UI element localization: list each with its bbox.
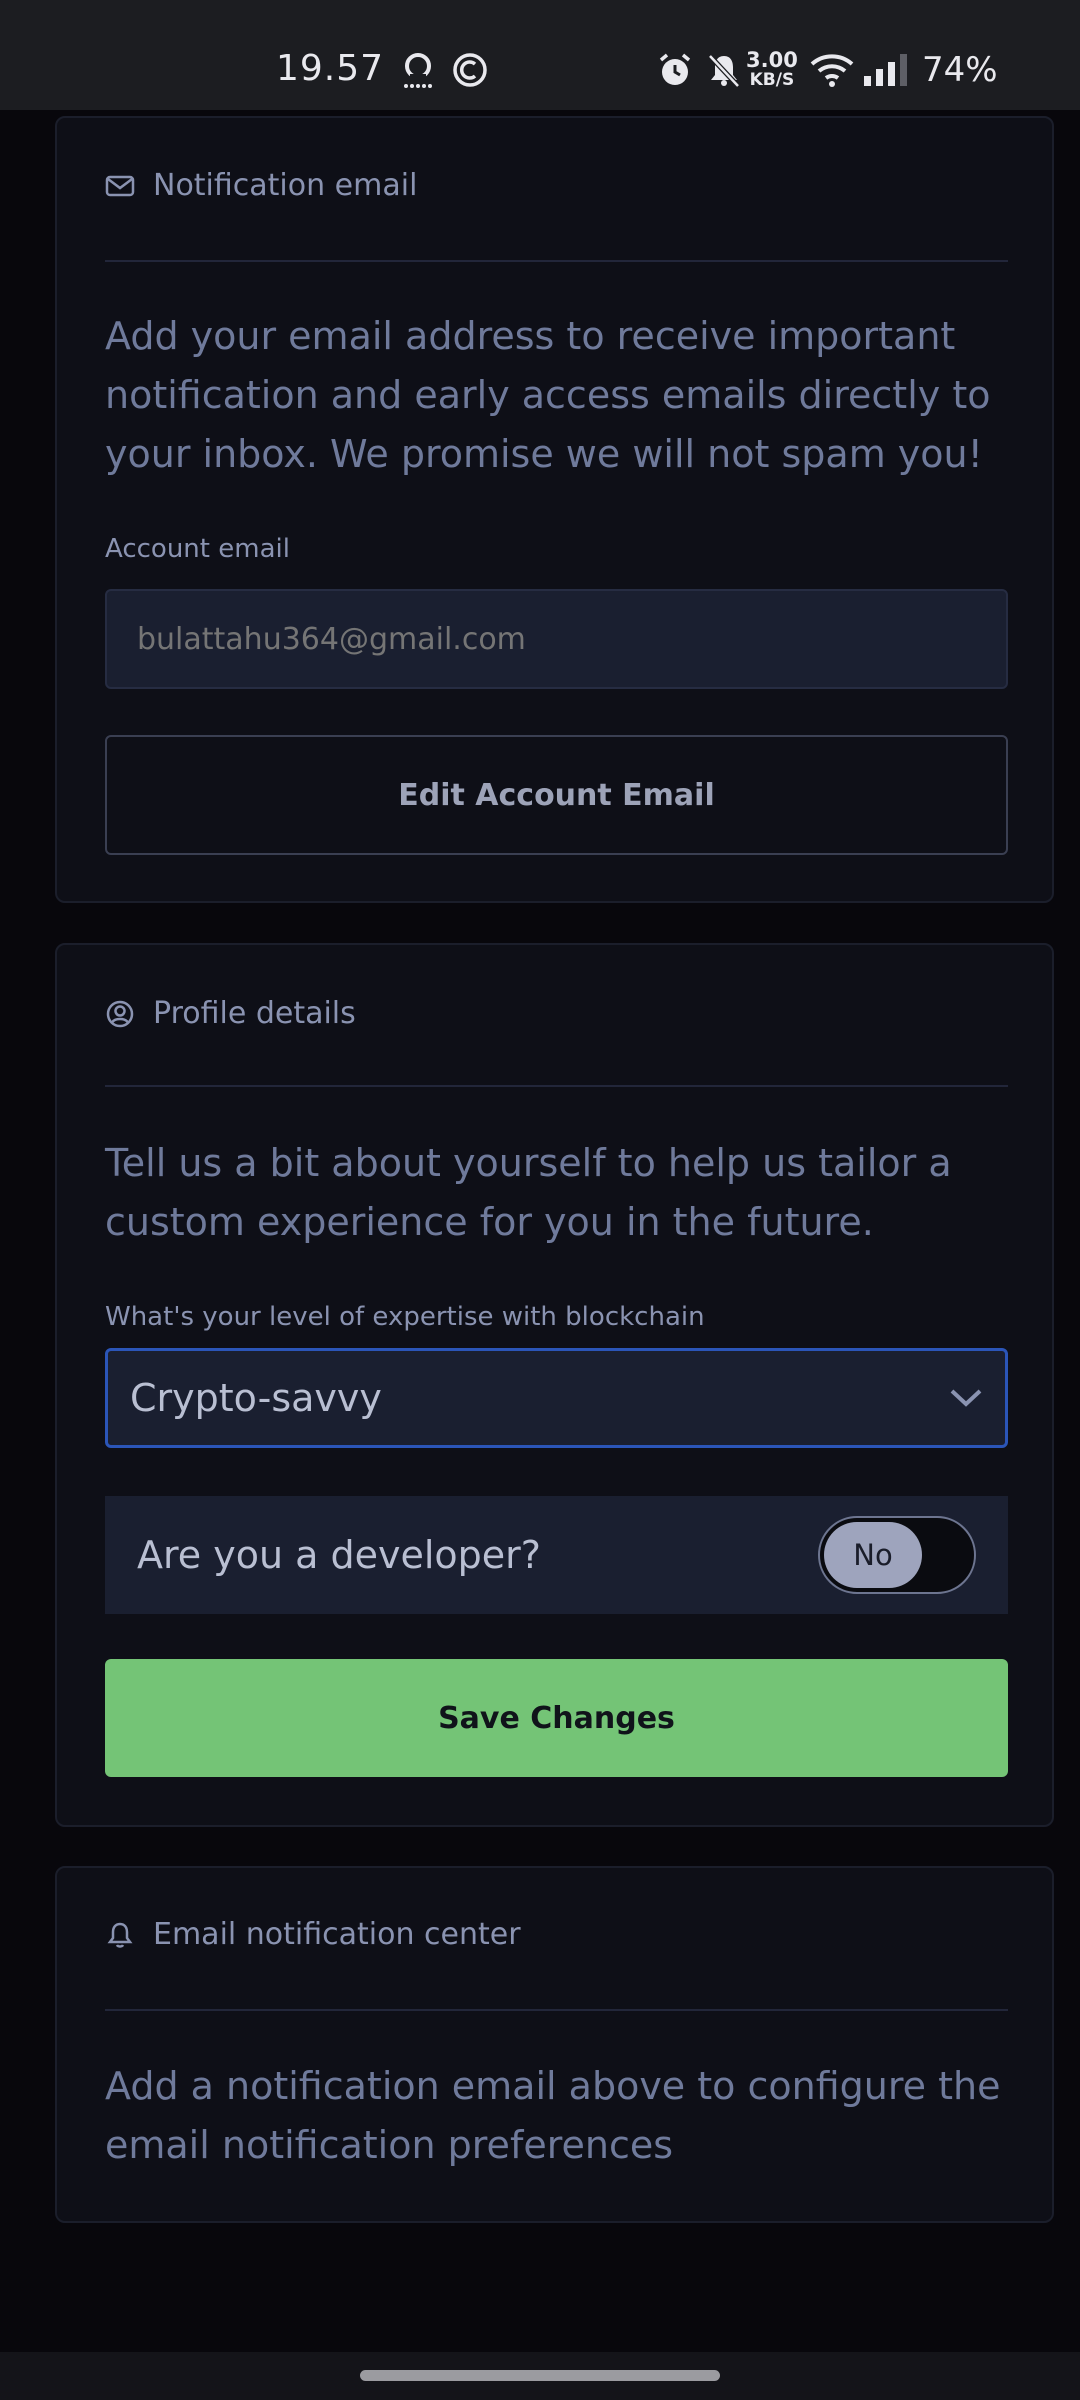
copyright-icon bbox=[452, 52, 488, 92]
notification-email-card: Notification email Add your email addres… bbox=[55, 116, 1054, 903]
status-time: 19.57 bbox=[276, 48, 385, 89]
edit-account-email-button[interactable]: Edit Account Email bbox=[105, 735, 1008, 855]
divider bbox=[105, 260, 1008, 262]
battery-level: 74% bbox=[922, 50, 998, 90]
profile-details-title: Profile details bbox=[153, 996, 356, 1031]
divider bbox=[105, 2009, 1008, 2011]
chevron-down-icon bbox=[950, 1389, 982, 1407]
user-circle-icon bbox=[106, 1000, 134, 1027]
developer-question: Are you a developer? bbox=[137, 1533, 541, 1577]
divider bbox=[105, 1085, 1008, 1087]
developer-row: Are you a developer? No bbox=[105, 1496, 1008, 1614]
expertise-select-value: Crypto-savvy bbox=[130, 1376, 382, 1420]
alarm-icon bbox=[657, 52, 693, 92]
email-notification-center-description: Add a notification email above to config… bbox=[105, 2064, 1001, 2167]
gesture-nav-bar bbox=[0, 2352, 1080, 2400]
email-notification-center-card: Email notification center Add a notifica… bbox=[55, 1866, 1054, 2223]
expertise-label: What's your level of expertise with bloc… bbox=[105, 1302, 705, 1332]
email-notification-center-header: Email notification center bbox=[105, 1917, 521, 1952]
notification-email-header: Notification email bbox=[105, 168, 417, 203]
developer-toggle-knob: No bbox=[824, 1522, 922, 1588]
wifi-icon bbox=[810, 52, 854, 92]
network-speed: 3.00 KB/S bbox=[746, 48, 798, 91]
notification-email-description: Add your email address to receive import… bbox=[105, 314, 991, 476]
account-email-input[interactable] bbox=[105, 589, 1008, 689]
muted-bell-icon bbox=[706, 52, 742, 92]
save-changes-button[interactable]: Save Changes bbox=[105, 1659, 1008, 1777]
account-email-label: Account email bbox=[105, 534, 290, 564]
expertise-select[interactable]: Crypto-savvy bbox=[105, 1348, 1008, 1448]
signal-icon bbox=[862, 52, 910, 92]
network-speed-unit: KB/S bbox=[749, 70, 795, 90]
profile-details-description: Tell us a bit about yourself to help us … bbox=[105, 1141, 952, 1244]
profile-details-card: Profile details Tell us a bit about your… bbox=[55, 943, 1054, 1827]
bell-icon bbox=[107, 1922, 133, 1948]
notification-email-title: Notification email bbox=[153, 168, 418, 203]
status-bar: 19.57 3.00 KB/S 74% bbox=[0, 0, 1080, 110]
link-icon bbox=[402, 52, 434, 94]
mail-icon bbox=[105, 175, 135, 196]
developer-toggle[interactable]: No bbox=[818, 1516, 976, 1594]
network-speed-value: 3.00 bbox=[746, 48, 798, 72]
home-indicator[interactable] bbox=[360, 2370, 720, 2381]
email-notification-center-title: Email notification center bbox=[153, 1917, 521, 1952]
profile-details-header: Profile details bbox=[105, 996, 356, 1031]
